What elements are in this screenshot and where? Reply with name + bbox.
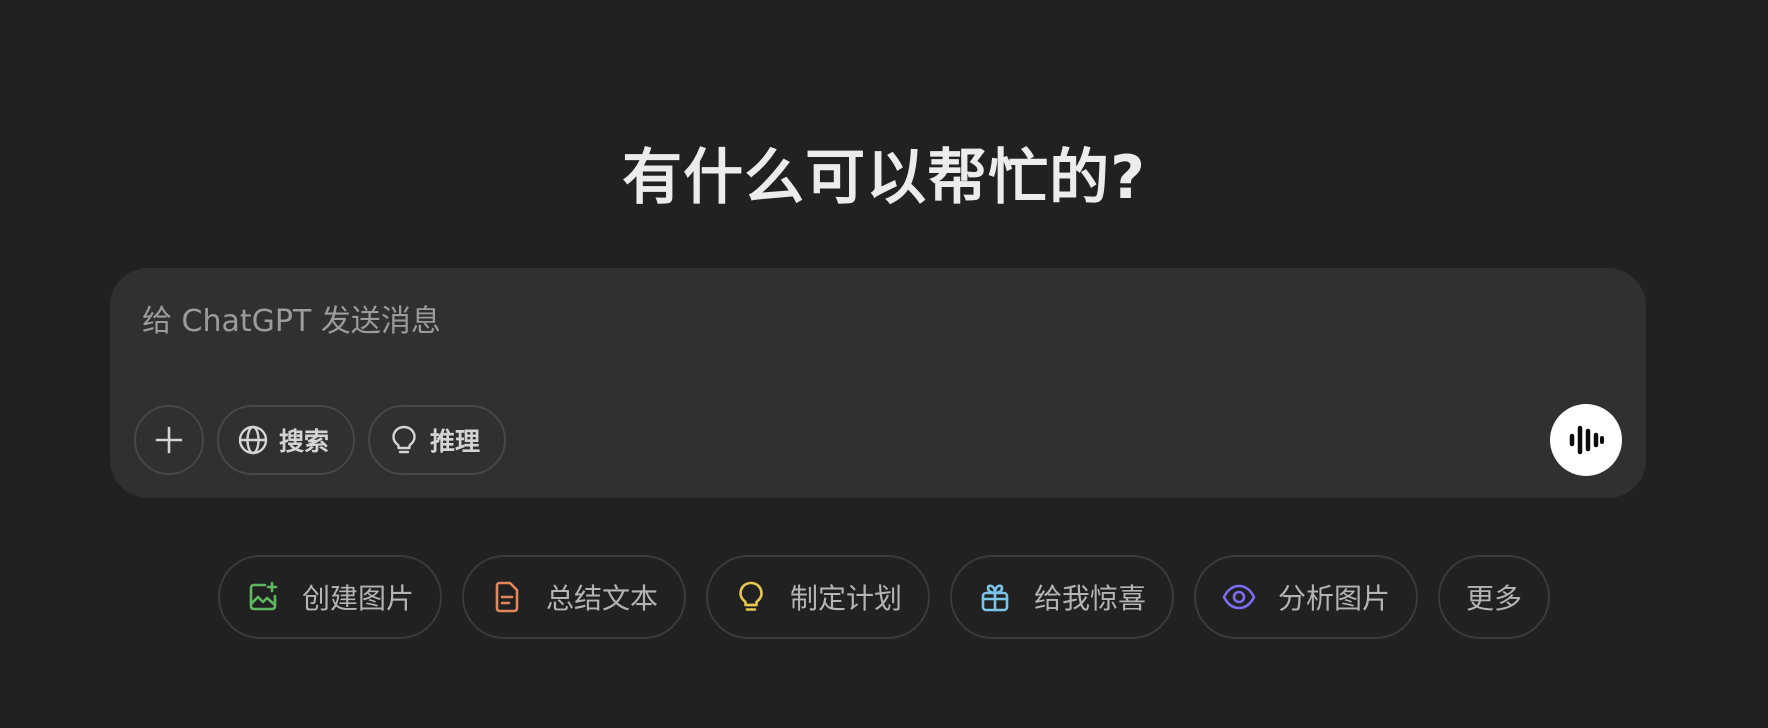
suggestion-more[interactable]: 更多 (1438, 555, 1551, 639)
suggestion-label: 更多 (1466, 582, 1523, 615)
lightbulb-icon (388, 424, 420, 456)
document-icon (490, 580, 524, 614)
eye-icon (1222, 580, 1256, 614)
chat-home: 有什么可以帮忙的? 给 ChatGPT 发送消息 搜索 推理 创建图片 总结文本… (0, 0, 1768, 728)
voice-waveform-icon (1566, 420, 1606, 460)
create-image-icon (246, 580, 280, 614)
composer-toolbar: 搜索 推理 (134, 404, 519, 476)
search-button[interactable]: 搜索 (217, 405, 356, 475)
voice-mode-button[interactable] (1550, 404, 1622, 476)
suggestion-make-plan[interactable]: 制定计划 (705, 555, 930, 639)
suggestion-label: 总结文本 (545, 582, 658, 615)
suggestion-analyze-image[interactable]: 分析图片 (1194, 555, 1419, 639)
add-attachment-button[interactable] (134, 405, 204, 475)
suggestion-label: 分析图片 (1278, 582, 1391, 615)
message-input[interactable] (142, 294, 1542, 348)
suggestion-label: 制定计划 (789, 582, 902, 615)
globe-icon (237, 424, 269, 456)
search-button-label: 搜索 (279, 427, 330, 456)
reason-button[interactable]: 推理 (368, 405, 507, 475)
lightbulb-icon (734, 580, 768, 614)
suggestion-create-image[interactable]: 创建图片 (217, 555, 442, 639)
suggestion-surprise-me[interactable]: 给我惊喜 (950, 555, 1175, 639)
plus-icon (154, 425, 184, 455)
reason-button-label: 推理 (430, 427, 481, 456)
page-title: 有什么可以帮忙的? (622, 143, 1146, 213)
suggestion-label: 创建图片 (301, 582, 414, 615)
suggestion-chips: 创建图片 总结文本 制定计划 给我惊喜 分析图片 更多 (0, 555, 1768, 639)
gift-icon (978, 580, 1012, 614)
composer: 搜索 推理 (110, 268, 1646, 498)
suggestion-summarize-text[interactable]: 总结文本 (461, 555, 686, 639)
suggestion-label: 给我惊喜 (1034, 582, 1147, 615)
